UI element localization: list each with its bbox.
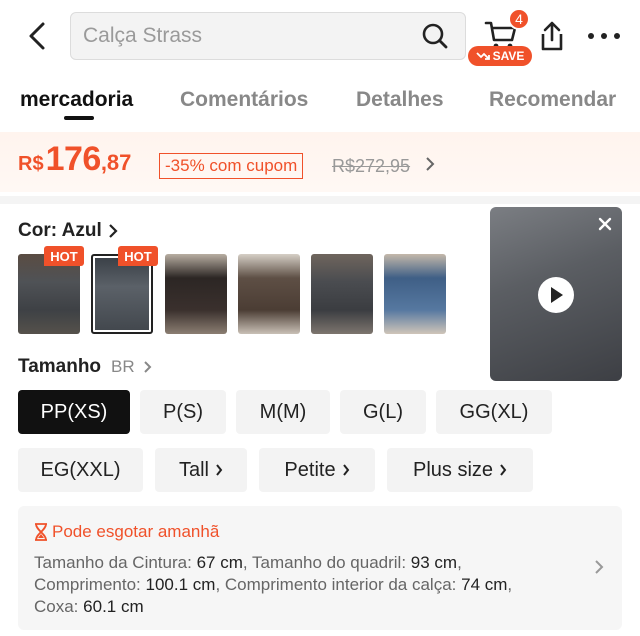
section-divider: [0, 196, 640, 204]
chevron-right-icon: [500, 464, 507, 476]
size-option-eg[interactable]: EG(XXL): [18, 448, 143, 492]
chevron-left-icon: [29, 22, 45, 50]
price-decimal: ,87: [100, 150, 132, 175]
search-icon[interactable]: [411, 12, 459, 60]
close-icon: [598, 217, 612, 231]
chevron-right-icon: [595, 560, 604, 574]
color-swatch-1[interactable]: [18, 254, 80, 334]
close-video-button[interactable]: [594, 213, 616, 235]
size-region: BR: [111, 357, 135, 376]
hip-label: Tamanho do quadril:: [252, 553, 407, 572]
product-thumbnail: [165, 254, 227, 334]
size-option-petite[interactable]: Petite: [259, 448, 375, 492]
more-icon: [588, 33, 620, 39]
length-label: Comprimento:: [34, 575, 141, 594]
save-badge: SAVE: [468, 46, 532, 66]
tab-recomendar[interactable]: Recomendar: [489, 88, 616, 112]
top-bar: Calça Strass 4 SAVE: [0, 0, 640, 72]
back-button[interactable]: [20, 16, 54, 56]
coupon-badge[interactable]: -35% com cupom: [159, 153, 304, 179]
color-selector-label[interactable]: Cor: Azul: [18, 220, 118, 242]
stock-warning: Pode esgotar amanhã: [34, 522, 219, 542]
product-video-preview[interactable]: [490, 207, 622, 381]
size-option-plus-size[interactable]: Plus size: [387, 448, 533, 492]
waist-label: Tamanho da Cintura:: [34, 553, 192, 572]
product-thumbnail: [18, 254, 80, 334]
color-swatch-4[interactable]: [238, 254, 300, 334]
hot-badge: HOT: [118, 246, 158, 266]
color-label-text: Cor: Azul: [18, 220, 102, 241]
waist-value: 67 cm: [196, 553, 243, 572]
tab-mercadoria[interactable]: mercadoria: [20, 88, 133, 112]
hourglass-icon: [35, 523, 47, 541]
chevron-right-icon: [108, 224, 118, 238]
size-option-label: Plus size: [412, 458, 494, 481]
size-option-m[interactable]: M(M): [236, 390, 330, 434]
chevron-right-icon: [342, 464, 349, 476]
size-info-box[interactable]: Pode esgotar amanhã Tamanho da Cintura: …: [18, 506, 622, 630]
color-swatch-2-selected[interactable]: [91, 254, 153, 334]
chevron-right-icon: [216, 464, 223, 476]
current-price: R$ 176 ,87: [18, 140, 131, 179]
size-label-text: Tamanho: [18, 356, 102, 377]
product-thumbnail: [311, 254, 373, 334]
search-bar[interactable]: Calça Strass: [70, 12, 466, 60]
thigh-label: Coxa:: [34, 597, 79, 616]
size-option-gg[interactable]: GG(XL): [436, 390, 552, 434]
cart-button[interactable]: 4 SAVE: [468, 8, 534, 66]
stock-warning-text: Pode esgotar amanhã: [52, 522, 220, 541]
share-icon: [541, 21, 563, 51]
hot-badge: HOT: [44, 246, 84, 266]
search-input[interactable]: Calça Strass: [83, 24, 411, 48]
tab-bar: mercadoria Comentários Detalhes Recomend…: [0, 72, 640, 128]
price-currency: R$: [18, 153, 44, 175]
original-price[interactable]: R$272,95: [332, 156, 410, 177]
trend-down-icon: [475, 52, 490, 60]
save-label: SAVE: [492, 49, 525, 63]
color-swatch-6[interactable]: [384, 254, 446, 334]
price-integer: 176: [45, 140, 102, 178]
size-option-tall[interactable]: Tall: [155, 448, 247, 492]
product-thumbnail: [238, 254, 300, 334]
thigh-value: 60.1 cm: [83, 597, 144, 616]
chevron-right-icon[interactable]: [424, 154, 436, 174]
tab-comentarios[interactable]: Comentários: [180, 88, 308, 112]
size-measurements: Tamanho da Cintura: 67 cm, Tamanho do qu…: [34, 553, 513, 616]
size-option-p[interactable]: P(S): [140, 390, 226, 434]
size-option-g[interactable]: G(L): [340, 390, 426, 434]
size-selector-label[interactable]: Tamanho BR: [18, 356, 152, 378]
size-option-pp[interactable]: PP(XS): [18, 390, 130, 434]
length-value: 100.1 cm: [145, 575, 216, 594]
price-bar: R$ 176 ,87 -35% com cupom R$272,95: [0, 132, 640, 192]
play-icon: [551, 287, 563, 303]
more-options-button[interactable]: [584, 18, 624, 54]
share-button[interactable]: [536, 16, 568, 56]
inseam-label: Comprimento interior da calça:: [224, 575, 457, 594]
size-option-label: Tall: [178, 458, 209, 481]
active-tab-indicator: [64, 116, 94, 120]
play-button[interactable]: [538, 277, 574, 313]
chevron-right-icon: [143, 361, 152, 373]
product-thumbnail: [95, 258, 149, 330]
tab-detalhes[interactable]: Detalhes: [356, 88, 444, 112]
hip-value: 93 cm: [410, 553, 458, 572]
size-option-label: Petite: [284, 458, 336, 481]
inseam-value: 74 cm: [461, 575, 508, 594]
color-swatch-3[interactable]: [165, 254, 227, 334]
color-swatch-5[interactable]: [311, 254, 373, 334]
product-thumbnail: [384, 254, 446, 334]
cart-count-badge: 4: [508, 8, 530, 30]
